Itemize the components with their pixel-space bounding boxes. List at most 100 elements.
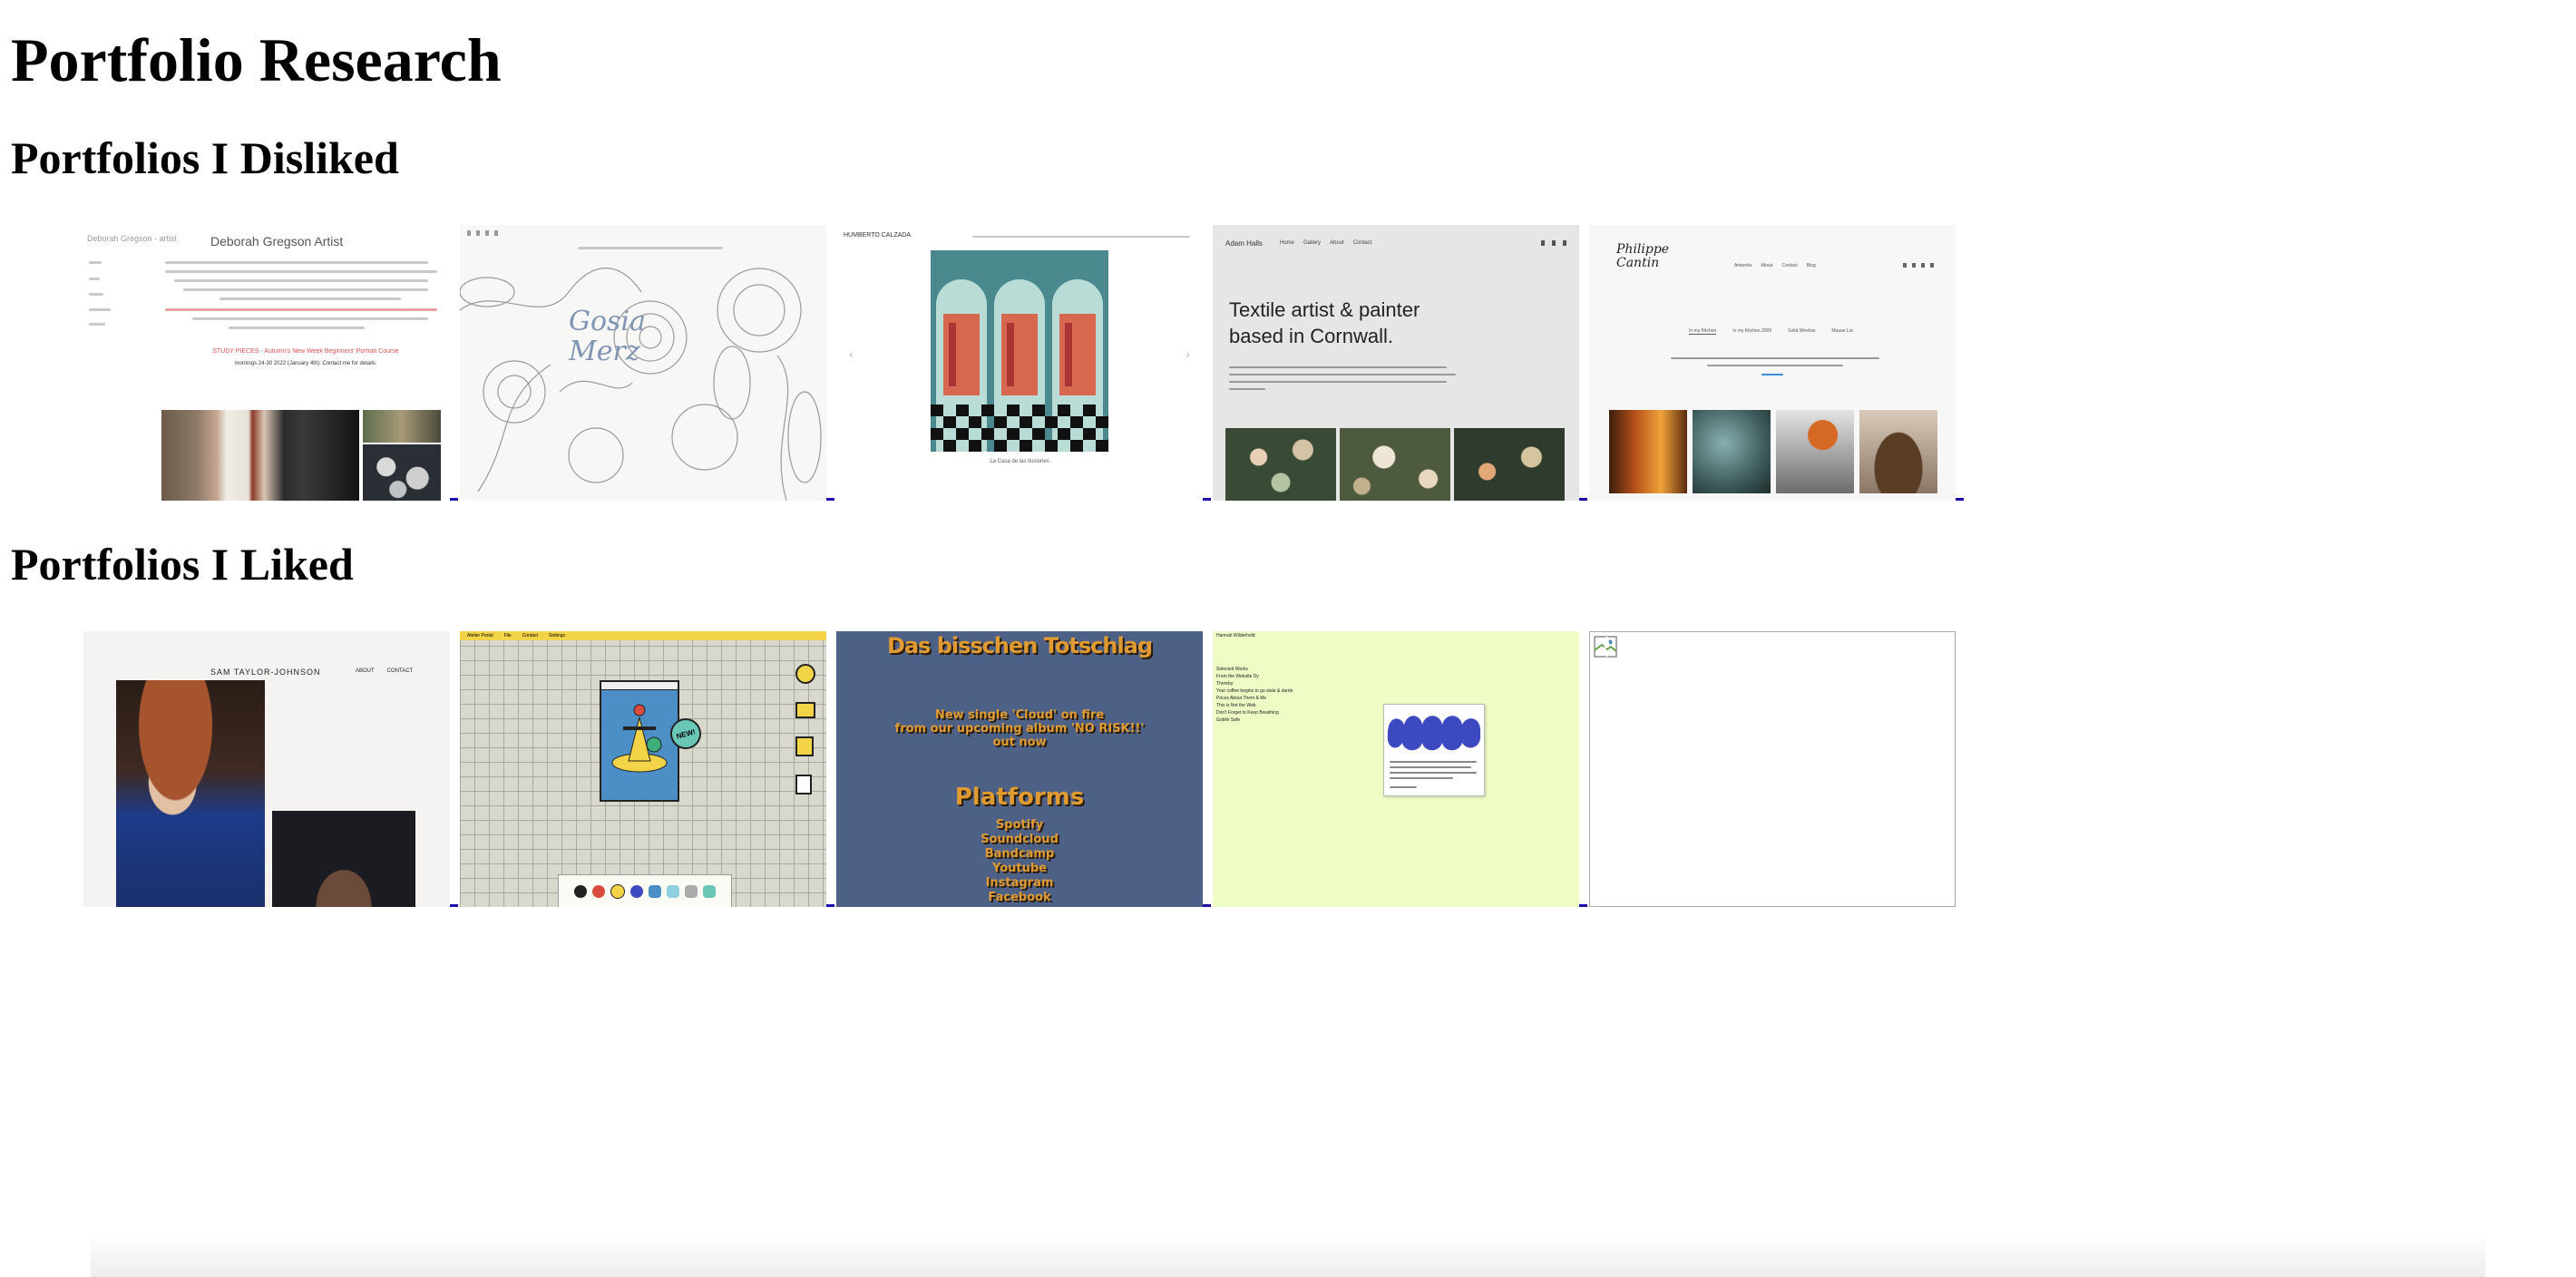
link-underline (1579, 498, 1587, 501)
portfolio-link-hannah[interactable]: Hannah Wilderhold Selected Works From th… (1213, 631, 1589, 907)
site-brand: Adam Halls (1225, 239, 1263, 248)
tab-item[interactable]: Mouse Lot (1831, 328, 1852, 335)
nav-item[interactable]: CONTACT (387, 668, 414, 674)
portfolio-thumbnail-sam[interactable]: SAM TAYLOR-JOHNSON ABOUT CONTACT (83, 631, 450, 907)
menu-link[interactable]: Selected Works (1216, 666, 1293, 673)
menu-item[interactable]: Contact (522, 633, 538, 638)
platform-link[interactable]: Facebook (836, 891, 1203, 905)
portfolio-thumbnail-totschlag[interactable]: Das bisschen Totschlag New single 'Cloud… (836, 631, 1203, 907)
dock-icon[interactable] (574, 885, 587, 898)
dock-icon[interactable] (667, 885, 679, 898)
portfolio-thumbnail-adam[interactable]: Adam Halls Home Gallery About Contact Te… (1213, 225, 1579, 501)
nav-item[interactable]: Blog (1807, 263, 1816, 268)
portfolio-link-deborah[interactable]: Deborah Gregson - artist Deborah Gregson… (83, 225, 460, 501)
tab-item[interactable]: In my Kitchen (1689, 328, 1717, 335)
globe-icon[interactable] (795, 664, 815, 684)
nav-item[interactable]: Gallery (1303, 240, 1321, 246)
portfolio-thumbnail-deborah[interactable]: Deborah Gregson - artist Deborah Gregson… (83, 225, 450, 501)
site-brand: HUMBERTO CALZADA (844, 232, 912, 239)
site-headline: STUDY PIECES - Autumn's New Week Beginne… (212, 348, 399, 355)
portfolio-thumbnail-hannah[interactable]: Hannah Wilderhold Selected Works From th… (1213, 631, 1579, 907)
portfolio-thumbnail-humberto[interactable]: HUMBERTO CALZADA ‹ › La Casa de las Ilus… (836, 225, 1203, 501)
menu-link[interactable]: Don't Forget to Keep Breathing (1216, 709, 1293, 716)
dock-icon[interactable] (685, 885, 698, 898)
nav-item[interactable]: Contact (1782, 263, 1798, 268)
nav-item[interactable]: ABOUT (356, 668, 375, 674)
tab-item[interactable]: Solid Window (1788, 328, 1815, 335)
nav-item[interactable]: Home (1280, 240, 1294, 246)
dock-icon[interactable] (610, 884, 625, 899)
gallery-disliked: Deborah Gregson - artist Deborah Gregson… (83, 225, 1966, 501)
link-underline (826, 904, 834, 907)
portfolio-link-humberto[interactable]: HUMBERTO CALZADA ‹ › La Casa de las Ilus… (836, 225, 1213, 501)
portfolio-link-philippe[interactable]: Philippe Cantin Artworks About Contact B… (1589, 225, 1966, 501)
arrow-left-icon[interactable]: ‹ (849, 346, 854, 361)
link-underline (450, 498, 458, 501)
gallery-liked: SAM TAYLOR-JOHNSON ABOUT CONTACT Atelier… (83, 631, 1956, 907)
menu-item[interactable]: Settings (549, 633, 565, 638)
site-nav: ABOUT CONTACT (356, 668, 413, 674)
folder-icon[interactable] (795, 702, 815, 718)
header-icons (1541, 240, 1568, 246)
menu-link[interactable]: Goblin Safe (1216, 716, 1293, 724)
section-heading-liked: Portfolios I Liked (11, 539, 354, 590)
portfolio-link-broken[interactable] (1589, 631, 1956, 907)
menu-item[interactable]: Atelier Portal (467, 633, 493, 638)
dock-icon[interactable] (649, 885, 661, 898)
menu-link[interactable]: This is Not the Web (1216, 702, 1293, 709)
platform-link[interactable]: Youtube (836, 862, 1203, 876)
site-corner-name: Deborah Gregson - artist (87, 234, 178, 243)
release-line-1: New single 'Cloud' on fire (934, 708, 1105, 722)
portfolio-link-sam[interactable]: SAM TAYLOR-JOHNSON ABOUT CONTACT (83, 631, 460, 907)
dock-icon[interactable] (630, 885, 643, 898)
site-subline: mornings 24-30 2022 (January 4th). Conta… (234, 361, 377, 366)
release-line-3: out now (992, 736, 1047, 749)
menu-link[interactable]: Your coffee begins to go stale & dumb (1216, 687, 1293, 695)
platform-link[interactable]: Instagram (836, 876, 1203, 891)
portfolio-link-totschlag[interactable]: Das bisschen Totschlag New single 'Cloud… (836, 631, 1213, 907)
menu-link[interactable]: From the Website Dy (1216, 673, 1293, 680)
portfolio-thumbnail-philippe[interactable]: Philippe Cantin Artworks About Contact B… (1589, 225, 1956, 501)
page-title: Portfolio Research (11, 25, 502, 94)
dock-icon[interactable] (703, 885, 716, 898)
document-icon[interactable] (795, 736, 814, 756)
photo-painting-1 (363, 410, 441, 443)
portfolio-thumbnail-broken[interactable] (1589, 631, 1956, 907)
secondary-photo (272, 811, 415, 907)
nav-item[interactable]: Artworks (1734, 263, 1751, 268)
nav-item[interactable]: Contact (1353, 240, 1372, 246)
site-menu: Selected Works From the Website Dy There… (1216, 666, 1293, 724)
release-line-2: from our upcoming album 'NO RISK!!' (894, 722, 1145, 736)
tab-item[interactable]: In my Kitchen 2009 (1732, 328, 1771, 335)
app-window[interactable] (600, 680, 679, 802)
dock-icon[interactable] (592, 885, 605, 898)
nav-item[interactable]: About (1761, 263, 1772, 268)
photo-studio (161, 410, 359, 501)
platform-link[interactable]: Bandcamp (836, 847, 1203, 862)
menu-link[interactable]: Prices About Them & Me (1216, 695, 1293, 702)
floating-window[interactable] (1383, 704, 1485, 796)
artwork-strip (1225, 428, 1565, 501)
arrow-right-icon[interactable]: › (1186, 346, 1190, 361)
menu-link[interactable]: Thereby (1216, 680, 1293, 687)
nav-item[interactable]: About (1330, 240, 1344, 246)
portfolio-link-desktop[interactable]: Atelier Portal File Contact Settings NEW… (460, 631, 836, 907)
link-underline (826, 498, 834, 501)
botanical-illustration (460, 268, 822, 501)
gallery-tabs: In my Kitchen In my Kitchen 2009 Solid W… (1689, 328, 1853, 335)
platform-link[interactable]: Spotify (836, 818, 1203, 833)
trash-icon[interactable] (795, 775, 812, 794)
site-nav: Artworks About Contact Blog (1734, 263, 1816, 268)
site-brand: SAM TAYLOR-JOHNSON (210, 668, 321, 677)
portfolio-link-gosia[interactable]: Gosia Merz (460, 225, 836, 501)
featured-painting (931, 250, 1108, 452)
portrait-photo (116, 680, 265, 907)
band-title: Das bisschen Totschlag (886, 633, 1153, 658)
section-heading-disliked: Portfolios I Disliked (11, 132, 399, 183)
portfolio-thumbnail-desktop[interactable]: Atelier Portal File Contact Settings NEW… (460, 631, 826, 907)
portfolio-link-adam[interactable]: Adam Halls Home Gallery About Contact Te… (1213, 225, 1589, 501)
platform-link[interactable]: Soundcloud (836, 833, 1203, 847)
portfolio-thumbnail-gosia[interactable]: Gosia Merz (460, 225, 826, 501)
menu-bar: Atelier Portal File Contact Settings (460, 631, 826, 640)
menu-item[interactable]: File (504, 633, 512, 638)
